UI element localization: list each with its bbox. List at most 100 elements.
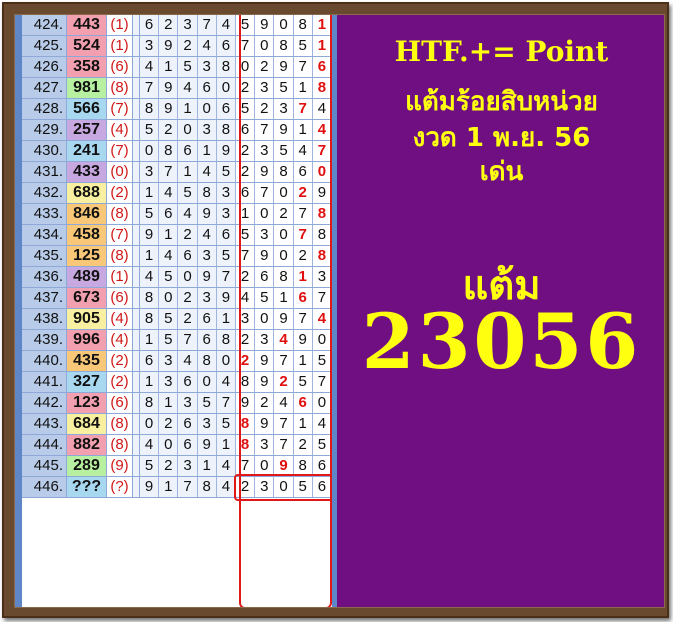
digit-cell: 8 [197, 351, 217, 371]
digit-cell: 7 [159, 162, 179, 182]
row-number: 524 [67, 36, 107, 56]
row-paren-value: (4) [107, 330, 133, 350]
digit-cell: 6 [178, 141, 198, 161]
row-number: ??? [67, 477, 107, 497]
digit-cell: 3 [216, 183, 236, 203]
row-paren-value: (?) [107, 477, 133, 497]
row-number: 882 [67, 435, 107, 455]
row-spacer [133, 204, 140, 224]
row-index: 439. [22, 330, 67, 350]
row-spacer [133, 351, 140, 371]
row-index: 425. [22, 36, 67, 56]
digit-cell: 9 [140, 225, 160, 245]
digit-cell: 9 [216, 288, 236, 308]
row-index: 437. [22, 288, 67, 308]
digit-cell: 5 [159, 330, 179, 350]
digit-cell: 8 [140, 393, 160, 413]
digit-cell: 3 [178, 15, 198, 35]
row-index: 430. [22, 141, 67, 161]
digit-cell: 8 [197, 183, 217, 203]
highlight-last-row-box [234, 474, 334, 501]
row-index: 427. [22, 78, 67, 98]
digit-cell: 0 [216, 78, 236, 98]
panel-title: HTF.+= Point [394, 35, 609, 68]
digit-cell: 0 [216, 351, 236, 371]
row-spacer [133, 36, 140, 56]
digit-cell: 0 [197, 372, 217, 392]
digit-cell: 0 [140, 141, 160, 161]
digit-cell: 2 [178, 309, 198, 329]
digit-cell: 7 [178, 477, 198, 497]
row-index: 442. [22, 393, 67, 413]
digit-cell: 8 [197, 477, 217, 497]
digit-cell: 9 [159, 78, 179, 98]
row-index: 444. [22, 435, 67, 455]
row-number: 996 [67, 330, 107, 350]
row-index: 445. [22, 456, 67, 476]
row-index: 441. [22, 372, 67, 392]
digit-cell: 8 [140, 288, 160, 308]
digit-cell: 0 [159, 288, 179, 308]
row-spacer [133, 414, 140, 434]
row-number: 125 [67, 246, 107, 266]
digit-cell: 4 [178, 204, 198, 224]
point-number: 23056 [361, 297, 642, 386]
row-index: 438. [22, 309, 67, 329]
digit-cell: 6 [197, 330, 217, 350]
row-spacer [133, 372, 140, 392]
row-paren-value: (8) [107, 414, 133, 434]
digit-cell: 6 [178, 372, 198, 392]
row-number: 684 [67, 414, 107, 434]
row-paren-value: (6) [107, 288, 133, 308]
digit-cell: 8 [140, 309, 160, 329]
digit-cell: 4 [216, 456, 236, 476]
digit-cell: 1 [216, 309, 236, 329]
digit-cell: 4 [159, 183, 179, 203]
digit-cell: 1 [140, 330, 160, 350]
row-number: 905 [67, 309, 107, 329]
row-spacer [133, 309, 140, 329]
digit-cell: 3 [159, 351, 179, 371]
digit-cell: 1 [159, 225, 179, 245]
row-spacer [133, 162, 140, 182]
row-index: 428. [22, 99, 67, 119]
digit-cell: 9 [197, 204, 217, 224]
row-index: 434. [22, 225, 67, 245]
row-number: 443 [67, 15, 107, 35]
digit-cell: 6 [140, 351, 160, 371]
digit-cell: 1 [159, 57, 179, 77]
digit-cell: 4 [197, 36, 217, 56]
row-number: 981 [67, 78, 107, 98]
row-spacer [133, 141, 140, 161]
row-number: 688 [67, 183, 107, 203]
row-spacer [133, 57, 140, 77]
digit-cell: 5 [197, 393, 217, 413]
row-paren-value: (1) [107, 15, 133, 35]
row-spacer [133, 120, 140, 140]
digit-cell: 8 [216, 330, 236, 350]
digit-cell: 0 [159, 435, 179, 455]
row-paren-value: (7) [107, 99, 133, 119]
digit-cell: 4 [216, 15, 236, 35]
digit-cell: 8 [140, 99, 160, 119]
content-area: 424. 443 (1) 6 2 3 7 4 5 9 0 8 1 425. 524 (1) 3 9 2 4 6 7 0 8 5 1… [14, 14, 665, 608]
picture-frame: 424. 443 (1) 6 2 3 7 4 5 9 0 8 1 425. 524 (1) 3 9 2 4 6 7 0 8 5 1… [2, 2, 669, 618]
digit-cell: 5 [159, 267, 179, 287]
lottery-table: 424. 443 (1) 6 2 3 7 4 5 9 0 8 1 425. 524 (1) 3 9 2 4 6 7 0 8 5 1… [22, 15, 334, 607]
panel-line-3: เด่น [479, 157, 524, 187]
digit-cell: 1 [140, 183, 160, 203]
digit-cell: 8 [159, 141, 179, 161]
row-spacer [133, 330, 140, 350]
digit-cell: 5 [216, 162, 236, 182]
row-index: 429. [22, 120, 67, 140]
row-index: 424. [22, 15, 67, 35]
digit-cell: 1 [178, 99, 198, 119]
digit-cell: 1 [178, 162, 198, 182]
digit-cell: 8 [216, 120, 236, 140]
digit-cell: 9 [159, 99, 179, 119]
digit-cell: 2 [159, 414, 179, 434]
row-number: 673 [67, 288, 107, 308]
digit-cell: 4 [197, 162, 217, 182]
row-number: 289 [67, 456, 107, 476]
digit-cell: 5 [140, 120, 160, 140]
